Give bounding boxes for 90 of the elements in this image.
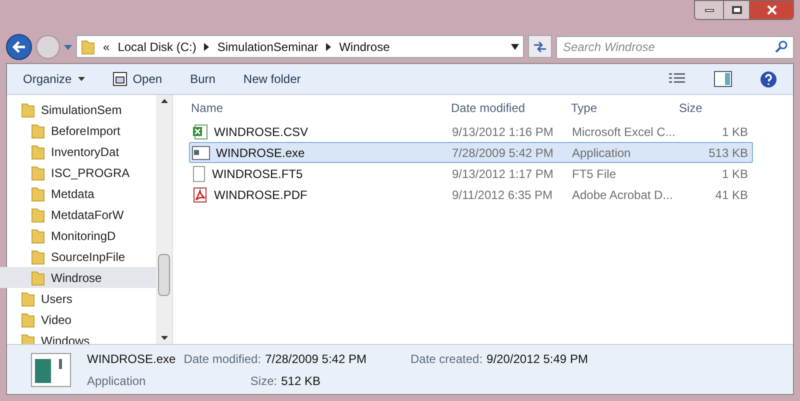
file-row[interactable]: WINDROSE.CSV 9/13/2012 1:16 PM Microsoft Excel C... 1 KB [189, 121, 753, 142]
size-cell-text: 41 KB [714, 186, 749, 204]
toolbar-button[interactable]: Organize [23, 70, 85, 88]
folder-icon [31, 144, 45, 160]
folder-icon [31, 206, 45, 222]
file-row[interactable]: WINDROSE.FT5 9/13/2012 1:17 PM FT5 File 1 KB [189, 163, 753, 184]
chevron-right-icon [204, 42, 210, 50]
tree-item[interactable]: MetdataForW [0, 204, 156, 225]
application-icon [31, 352, 71, 386]
date-cell-text: 9/13/2012 1:17 PM [452, 166, 554, 182]
application-icon [192, 146, 210, 160]
size-cell-text: 513 KB [708, 144, 749, 162]
tree-item[interactable]: ISC_PROGRA [0, 162, 156, 183]
minimize-button[interactable] [695, 1, 723, 19]
folder-icon [81, 38, 95, 54]
scroll-down-icon [160, 336, 168, 340]
file-name: WINDROSE.CSV [214, 124, 308, 140]
file-name: WINDROSE.exe [87, 350, 176, 368]
tree-item[interactable]: Video [0, 309, 156, 330]
field-value: 7/28/2009 5:42 PM [265, 350, 366, 368]
maximize-button[interactable] [723, 1, 749, 19]
folder-icon [21, 290, 35, 306]
tree-item[interactable]: Windrose [0, 267, 156, 288]
size-cell-text: 1 KB [720, 166, 749, 182]
close-button[interactable] [749, 1, 793, 19]
file-row[interactable]: WINDROSE.exe 7/28/2009 5:42 PM Application 513 KB [189, 142, 753, 163]
folder-icon [21, 312, 35, 328]
file-row[interactable]: WINDROSE.PDF 9/11/2012 6:35 PM Adobe Acrobat D... 41 KB [189, 184, 753, 205]
toolbar-button[interactable]: New folder [243, 70, 301, 88]
preview-pane-icon[interactable] [714, 71, 732, 87]
refresh-button[interactable] [528, 35, 552, 58]
scrollbar[interactable] [156, 95, 172, 344]
scroll-up-icon [160, 99, 168, 103]
field-label: Date created: [410, 350, 483, 368]
column-header[interactable]: Date modified [451, 99, 571, 117]
tree-item[interactable]: Metdata [0, 183, 156, 204]
tree-item[interactable]: MonitoringD [0, 225, 156, 246]
column-header[interactable]: Type [571, 99, 675, 117]
address-bar[interactable]: « Local Disk (C:) SimulationSeminar Windrose [76, 35, 524, 58]
help-icon[interactable] [760, 70, 777, 88]
field-value: 9/20/2012 5:49 PM [486, 350, 588, 368]
refresh-icon [533, 40, 547, 52]
folder-icon [31, 248, 45, 264]
column-header[interactable]: Size [675, 99, 753, 117]
file-name: WINDROSE.exe [216, 144, 305, 162]
folder-icon [31, 228, 45, 244]
tree-item[interactable]: Users [0, 288, 156, 309]
type-cell-text: Application [572, 144, 632, 162]
date-cell-text: 9/11/2012 6:35 PM [452, 186, 554, 204]
open-icon [112, 72, 127, 86]
tree-item[interactable]: BeforeImport [0, 120, 156, 141]
size-cell-text: 1 KB [720, 124, 749, 140]
field-label: Date modified: [184, 350, 262, 368]
dropdown-arrow-icon[interactable] [511, 44, 519, 50]
folder-icon [31, 164, 45, 180]
pdf-icon [192, 186, 208, 202]
type-cell-text: Microsoft Excel C... [572, 124, 676, 140]
folder-icon [31, 270, 45, 286]
tree-item[interactable]: InventoryDat [0, 141, 156, 162]
spreadsheet-icon [192, 124, 208, 140]
breadcrumb[interactable]: Local Disk (C:) [118, 38, 196, 56]
file-type: Application [87, 372, 147, 390]
breadcrumb[interactable]: SimulationSeminar [217, 38, 318, 56]
search-field[interactable]: Search Windrose [556, 36, 794, 58]
back-button[interactable] [6, 34, 32, 60]
date-cell-text: 9/13/2012 1:16 PM [452, 124, 554, 140]
left-arrow-icon [12, 40, 26, 52]
caret-icon [78, 77, 85, 81]
column-header[interactable]: Name [191, 99, 451, 117]
type-cell-text: FT5 File [572, 166, 618, 182]
field-label: Size: [250, 372, 278, 390]
breadcrumb[interactable]: Windrose [339, 38, 390, 56]
file-name: WINDROSE.FT5 [212, 166, 303, 182]
field-value: 512 KB [281, 372, 320, 390]
folder-icon [21, 102, 35, 118]
folder-icon [31, 186, 45, 202]
file-name: WINDROSE.PDF [214, 186, 308, 204]
search-icon [775, 40, 788, 53]
toolbar-button[interactable]: Burn [190, 70, 216, 88]
close-icon [766, 5, 776, 15]
scrollbar-thumb[interactable] [158, 254, 170, 296]
folder-icon [31, 122, 45, 138]
type-cell-text: Adobe Acrobat D... [572, 186, 674, 204]
tree-item[interactable]: SimulationSem [0, 99, 156, 120]
overflow-chevron[interactable]: « [103, 38, 110, 56]
chevron-right-icon [326, 42, 332, 50]
tree-item[interactable]: SourceInpFile [0, 246, 156, 267]
toolbar-button[interactable]: Open [112, 70, 162, 88]
date-cell-text: 7/28/2009 5:42 PM [452, 144, 554, 162]
document-icon [192, 166, 206, 182]
